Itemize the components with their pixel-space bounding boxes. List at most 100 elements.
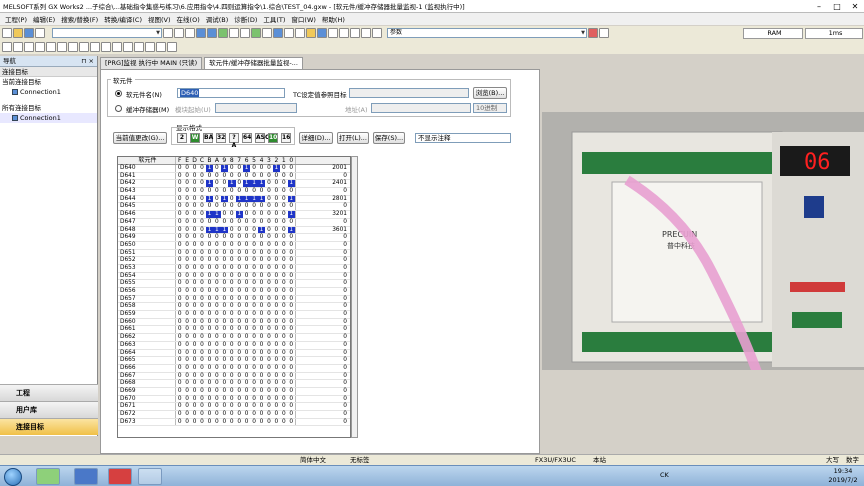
menu-item-4[interactable]: 视图(V)	[145, 14, 174, 24]
table-row[interactable]: D666 0 0 0 0 0 0 0 0 0 0 0 0 0 0 0 0 0	[118, 364, 350, 373]
menu-item-3[interactable]: 转换/编译(C)	[101, 14, 145, 24]
table-row[interactable]: D659 0 0 0 0 0 0 0 0 0 0 0 0 0 0 0 0 0	[118, 311, 350, 319]
menu-item-9[interactable]: 窗口(W)	[288, 14, 319, 24]
menu-item-0[interactable]: 工程(P)	[2, 14, 30, 24]
undo-icon[interactable]	[196, 28, 206, 38]
ladder-icon-8[interactable]	[79, 42, 89, 52]
taskbar-app-4[interactable]	[138, 468, 162, 485]
menu-item-10[interactable]: 帮助(H)	[319, 14, 348, 24]
format-button-5[interactable]: 64	[242, 133, 252, 143]
simulation-icon[interactable]	[295, 28, 305, 38]
table-row[interactable]: D649 0 0 0 0 0 0 0 0 0 0 0 0 0 0 0 0 0	[118, 234, 350, 242]
table-row[interactable]: D660 0 0 0 0 0 0 0 0 0 0 0 0 0 0 0 0 0	[118, 318, 350, 327]
online-icon[interactable]	[599, 28, 609, 38]
menu-item-6[interactable]: 调试(B)	[203, 14, 232, 24]
table-row[interactable]: D652 0 0 0 0 0 0 0 0 0 0 0 0 0 0 0 0 0	[118, 257, 350, 265]
menu-item-5[interactable]: 在线(O)	[174, 14, 203, 24]
find-icon[interactable]	[350, 28, 360, 38]
all-connection-item[interactable]: Connection1	[0, 113, 97, 123]
table-row[interactable]: D655 0 0 0 0 0 0 0 0 0 0 0 0 0 0 0 0 0	[118, 280, 350, 288]
ladder-icon-2[interactable]	[13, 42, 23, 52]
table-row[interactable]: D641 0 0 0 0 0 0 0 0 0 0 0 0 0 0 0 0 0	[118, 172, 350, 181]
format-button-6[interactable]: ASC	[255, 133, 269, 143]
maximize-button[interactable]: □	[828, 0, 846, 12]
device-name-input[interactable]: D640	[177, 88, 285, 98]
paste-icon[interactable]	[185, 28, 195, 38]
nav-btn-connection[interactable]: 连接目标	[0, 418, 98, 435]
ladder-icon-12[interactable]	[123, 42, 133, 52]
ladder-icon-5[interactable]	[46, 42, 56, 52]
ladder-icon-4[interactable]	[35, 42, 45, 52]
table-row[interactable]: D653 0 0 0 0 0 0 0 0 0 0 0 0 0 0 0 0 0	[118, 264, 350, 273]
module-start-input[interactable]	[215, 103, 297, 113]
ladder-icon-15[interactable]	[156, 42, 166, 52]
grid-scrollbar[interactable]	[351, 156, 358, 438]
write-plc-icon[interactable]	[229, 28, 239, 38]
monitor-icon[interactable]	[251, 28, 261, 38]
taskbar-app-3[interactable]	[108, 468, 132, 485]
table-row[interactable]: D657 0 0 0 0 0 0 0 0 0 0 0 0 0 0 0 0 0	[118, 295, 350, 304]
format-button-2[interactable]: BA	[203, 133, 213, 143]
ladder-icon-1[interactable]	[2, 42, 12, 52]
format-button-4[interactable]: ?A	[229, 133, 239, 149]
table-row[interactable]: D646 0 0 0 0 1 1 0 0 1 0 0 0 0 0 0 1 3201	[118, 211, 350, 219]
format-button-0[interactable]: 2	[177, 133, 187, 143]
nav-btn-userlib[interactable]: 用户库	[0, 401, 98, 418]
table-row[interactable]: D650 0 0 0 0 0 0 0 0 0 0 0 0 0 0 0 0 0	[118, 241, 350, 250]
format-button-8[interactable]: 16	[281, 133, 291, 143]
ladder-icon-11[interactable]	[112, 42, 122, 52]
tc-input[interactable]	[349, 88, 469, 98]
tab-ladder-monitor[interactable]: [PRG]监视 执行中 MAIN (只读)	[100, 57, 203, 69]
new-icon[interactable]	[2, 28, 12, 38]
table-row[interactable]: D640 0 0 0 0 1 0 1 0 0 1 0 0 0 1 0 0 2001	[118, 165, 350, 173]
table-row[interactable]: D647 0 0 0 0 0 0 0 0 0 0 0 0 0 0 0 0 0	[118, 218, 350, 227]
project-combo[interactable]	[52, 28, 162, 38]
ladder-icon-7[interactable]	[68, 42, 78, 52]
cut-icon[interactable]	[163, 28, 173, 38]
format-button-3[interactable]: 32	[216, 133, 226, 143]
read-plc-icon[interactable]	[240, 28, 250, 38]
ladder-icon-14[interactable]	[145, 42, 155, 52]
minimize-button[interactable]: –	[810, 0, 828, 12]
nav-btn-project[interactable]: 工程	[0, 384, 98, 401]
address-input[interactable]	[371, 103, 471, 113]
browse-button[interactable]: 浏览(B)...	[473, 87, 507, 99]
table-row[interactable]: D643 0 0 0 0 0 0 0 0 0 0 0 0 0 0 0 0 0	[118, 188, 350, 196]
table-row[interactable]: D668 0 0 0 0 0 0 0 0 0 0 0 0 0 0 0 0 0	[118, 380, 350, 388]
table-row[interactable]: D665 0 0 0 0 0 0 0 0 0 0 0 0 0 0 0 0 0	[118, 357, 350, 365]
table-row[interactable]: D645 0 0 0 0 0 0 0 0 0 0 0 0 0 0 0 0 0	[118, 203, 350, 212]
close-button[interactable]: ✕	[846, 0, 864, 12]
ladder-icon-13[interactable]	[134, 42, 144, 52]
start-button[interactable]	[4, 468, 22, 486]
ladder-icon-9[interactable]	[90, 42, 100, 52]
redo-icon[interactable]	[207, 28, 217, 38]
table-row[interactable]: D664 0 0 0 0 0 0 0 0 0 0 0 0 0 0 0 0 0	[118, 349, 350, 358]
tray-clock[interactable]: 19:34 2019/7/2	[824, 467, 862, 485]
table-row[interactable]: D669 0 0 0 0 0 0 0 0 0 0 0 0 0 0 0 0 0	[118, 387, 350, 396]
table-row[interactable]: D673 0 0 0 0 0 0 0 0 0 0 0 0 0 0 0 0 0	[118, 418, 350, 427]
table-row[interactable]: D667 0 0 0 0 0 0 0 0 0 0 0 0 0 0 0 0 0	[118, 372, 350, 381]
print-icon[interactable]	[35, 28, 45, 38]
table-row[interactable]: D670 0 0 0 0 0 0 0 0 0 0 0 0 0 0 0 0 0	[118, 395, 350, 404]
table-row[interactable]: D658 0 0 0 0 0 0 0 0 0 0 0 0 0 0 0 0 0	[118, 303, 350, 312]
tab-device-batch[interactable]: 软元件/缓冲存储器批量监视-...	[204, 57, 303, 69]
help-icon[interactable]	[372, 28, 382, 38]
format-button-7[interactable]: 10	[268, 133, 278, 143]
comment-select[interactable]: 不显示注释	[415, 133, 511, 143]
table-row[interactable]: D651 0 0 0 0 0 0 0 0 0 0 0 0 0 0 0 0 0	[118, 249, 350, 258]
table-row[interactable]: D644 0 0 0 0 1 0 1 0 1 1 1 1 0 0 0 1 2801	[118, 195, 350, 204]
format-button-1[interactable]: W	[190, 133, 200, 143]
ladder-icon-3[interactable]	[24, 42, 34, 52]
table-row[interactable]: D656 0 0 0 0 0 0 0 0 0 0 0 0 0 0 0 0 0	[118, 288, 350, 296]
menu-item-1[interactable]: 编辑(E)	[30, 14, 58, 24]
table-row[interactable]: D663 0 0 0 0 0 0 0 0 0 0 0 0 0 0 0 0 0	[118, 341, 350, 350]
ladder-icon-16[interactable]	[167, 42, 177, 52]
monitor-stop-icon[interactable]	[262, 28, 272, 38]
table-row[interactable]: D661 0 0 0 0 0 0 0 0 0 0 0 0 0 0 0 0 0	[118, 326, 350, 335]
buffer-radio[interactable]	[115, 105, 122, 112]
table-row[interactable]: D672 0 0 0 0 0 0 0 0 0 0 0 0 0 0 0 0 0	[118, 411, 350, 419]
taskbar-app-2[interactable]	[74, 468, 98, 485]
window-icon[interactable]	[317, 28, 327, 38]
device-radio[interactable]	[115, 90, 122, 97]
open-icon[interactable]	[13, 28, 23, 38]
